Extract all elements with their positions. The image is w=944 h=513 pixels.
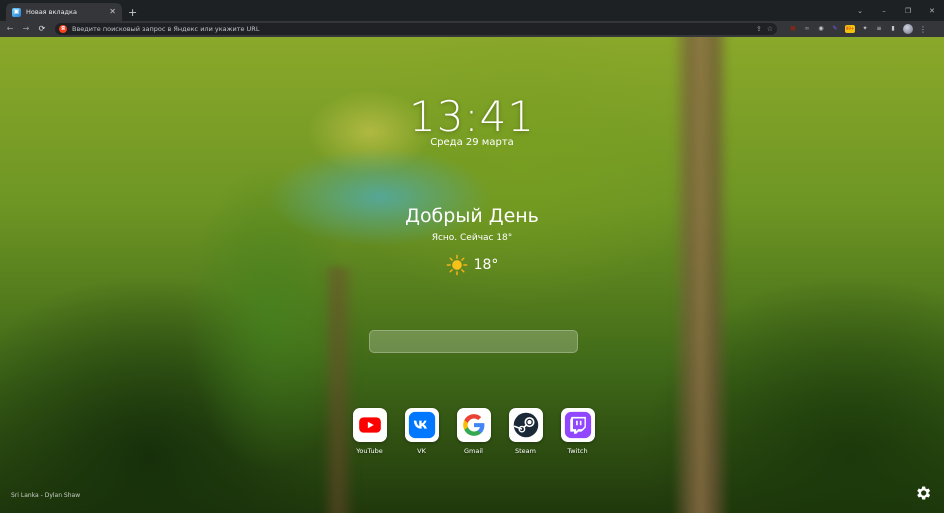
extensions-area: ■ ∞ ◉ ✎ 99+ ✦ ≡ ▮: [789, 25, 897, 33]
ext-disc-icon[interactable]: ◉: [817, 25, 825, 33]
forward-icon[interactable]: →: [21, 25, 31, 33]
tab-strip: ▣ Новая вкладка ✕ + ⌄ – ❐ ✕: [0, 0, 944, 21]
reading-list-icon[interactable]: ≡: [875, 25, 883, 33]
photo-credit: Sri Lanka - Dylan Shaw: [11, 492, 81, 499]
tab-close-icon[interactable]: ✕: [109, 8, 116, 16]
close-window-button[interactable]: ✕: [920, 7, 944, 15]
gear-icon[interactable]: [914, 484, 932, 502]
twitch-icon: [564, 411, 591, 439]
address-bar[interactable]: Я ⇪ ☆: [55, 23, 777, 35]
shortcut-twitch[interactable]: Twitch: [560, 408, 595, 455]
shortcut-steam[interactable]: Steam: [508, 408, 543, 455]
shortcut-label: YouTube: [356, 447, 383, 455]
ext-link-icon[interactable]: ∞: [803, 25, 811, 33]
google-icon: [462, 414, 484, 436]
weather-current: 18°: [0, 254, 944, 276]
search-input[interactable]: [369, 330, 578, 353]
weather-description: Ясно. Сейчас 18°: [431, 233, 513, 243]
browser-toolbar: ← → ⟳ Я ⇪ ☆ ■ ∞ ◉ ✎ 99+ ✦ ≡ ▮ ⋮: [0, 21, 944, 37]
shortcuts-bar: YouTube VK Gmail Steam Twitch: [352, 408, 595, 455]
sun-icon: [446, 254, 467, 276]
greeting: Добрый День: [405, 205, 539, 227]
background-perch: [322, 267, 356, 513]
new-tab-page: 13:41 Среда 29 марта Добрый День Ясно. С…: [0, 37, 944, 513]
reload-icon[interactable]: ⟳: [37, 25, 47, 33]
omnibox-input[interactable]: [72, 25, 751, 33]
ext-pen-icon[interactable]: ✎: [831, 25, 839, 33]
weather-temperature: 18°: [473, 257, 499, 273]
tab-new-tab[interactable]: ▣ Новая вкладка ✕: [6, 3, 122, 21]
yandex-search-icon: Я: [59, 25, 67, 33]
shortcut-gmail[interactable]: Gmail: [456, 408, 491, 455]
minimize-button[interactable]: –: [872, 7, 896, 15]
shortcut-label: Gmail: [464, 447, 483, 455]
clock-time: 13:41: [408, 92, 536, 141]
tab-favicon-icon: ▣: [12, 7, 21, 17]
clock-date: Среда 29 марта: [430, 137, 514, 148]
side-panel-icon[interactable]: ▮: [889, 25, 897, 33]
shortcut-label: Twitch: [567, 447, 588, 455]
shortcut-label: Steam: [515, 447, 536, 455]
menu-icon[interactable]: ⋮: [919, 25, 927, 34]
share-icon[interactable]: ⇪: [756, 25, 762, 33]
vk-icon: [408, 411, 435, 439]
new-tab-button[interactable]: +: [128, 7, 137, 18]
shortcut-youtube[interactable]: YouTube: [352, 408, 387, 455]
ext-dark-icon[interactable]: ■: [789, 25, 797, 33]
profile-avatar[interactable]: [903, 24, 913, 34]
restore-button[interactable]: ❐: [896, 7, 920, 15]
ext-adblock-icon[interactable]: 99+: [845, 25, 855, 33]
youtube-icon: [358, 417, 381, 433]
bookmark-star-icon[interactable]: ☆: [767, 25, 773, 33]
back-icon[interactable]: ←: [5, 25, 15, 33]
window-controls: ⌄ – ❐ ✕: [848, 0, 944, 21]
shortcut-vk[interactable]: VK: [404, 408, 439, 455]
tab-search-icon[interactable]: ⌄: [848, 7, 872, 15]
shortcut-label: VK: [417, 447, 426, 455]
steam-icon: [513, 412, 538, 438]
puzzle-icon[interactable]: ✦: [861, 25, 869, 33]
tab-title: Новая вкладка: [26, 8, 77, 16]
